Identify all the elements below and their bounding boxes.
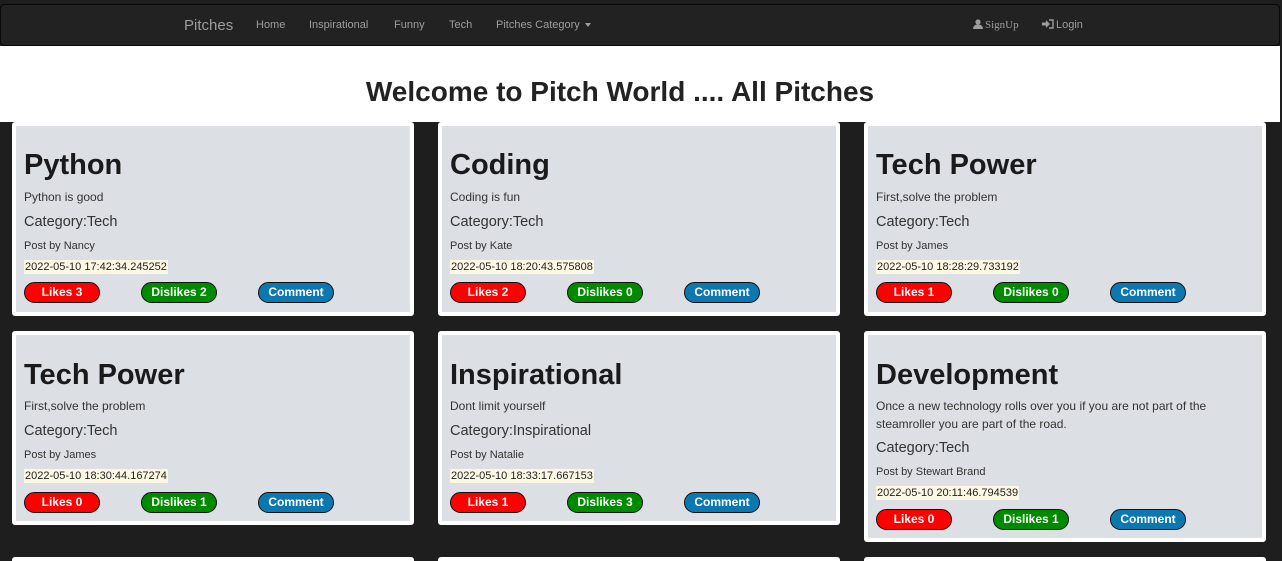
dislike-button[interactable]: Dislikes 1 xyxy=(141,492,217,513)
dislike-button[interactable]: Dislikes 0 xyxy=(567,282,643,303)
pitch-description: First,solve the problem xyxy=(24,399,146,413)
pitch-card: Python Python is good Category:Tech Post… xyxy=(12,122,414,316)
dislike-button[interactable]: Dislikes 1 xyxy=(993,509,1069,530)
login-icon xyxy=(1042,19,1054,29)
like-button[interactable]: Likes 1 xyxy=(876,282,952,303)
pitch-title: Development xyxy=(876,359,1059,391)
pitch-title: Coding xyxy=(450,149,550,181)
like-button[interactable]: Likes 2 xyxy=(450,282,526,303)
navbar: Pitches Home Inspirational Funny Tech Pi… xyxy=(0,4,1280,46)
pitch-date: 2022-05-10 18:20:43.575808 xyxy=(450,260,594,274)
chevron-down-icon xyxy=(584,23,591,28)
nav-pitches-category-dropdown[interactable]: Pitches Category xyxy=(496,19,591,31)
dislike-button[interactable]: Dislikes 3 xyxy=(567,492,643,513)
dislike-button[interactable]: Dislikes 0 xyxy=(993,282,1069,303)
pitch-card: Inspirational Dont limit yourself Catego… xyxy=(438,331,840,525)
login-link[interactable]: Login xyxy=(1042,19,1083,31)
pitch-card: Development Once a new technology rolls … xyxy=(864,331,1266,542)
comment-button[interactable]: Comment xyxy=(258,282,334,303)
pitch-author: Post by Nancy xyxy=(24,240,95,252)
user-icon xyxy=(973,19,983,29)
comment-button[interactable]: Comment xyxy=(684,282,760,303)
pitch-title: Tech Power xyxy=(24,359,185,391)
pitch-category: Category:Tech xyxy=(450,214,544,230)
brand-link[interactable]: Pitches xyxy=(184,17,233,34)
page-title: Welcome to Pitch World .... All Pitches xyxy=(365,76,875,107)
pitch-card: Coding Coding is fun Category:Tech Post … xyxy=(438,122,840,316)
pitch-date: 2022-05-10 20:11:46.794539 xyxy=(876,486,1020,500)
comment-button[interactable]: Comment xyxy=(258,492,334,513)
signup-label: SignUp xyxy=(985,19,1019,31)
pitch-title: Tech Power xyxy=(876,149,1037,181)
comment-button[interactable]: Comment xyxy=(1110,509,1186,530)
pitch-card-partial xyxy=(438,557,840,561)
pitch-card: Tech Power First,solve the problem Categ… xyxy=(864,122,1266,316)
comment-button[interactable]: Comment xyxy=(684,492,760,513)
pitch-card: Tech Power First,solve the problem Categ… xyxy=(12,331,414,525)
pitch-category: Category:Tech xyxy=(24,423,118,439)
pitch-author: Post by James xyxy=(876,240,949,252)
pitch-author: Post by Kate xyxy=(450,240,513,252)
comment-button[interactable]: Comment xyxy=(1110,282,1186,303)
dislike-button[interactable]: Dislikes 2 xyxy=(141,282,217,303)
pitch-description: Dont limit yourself xyxy=(450,399,546,413)
pitch-title: Inspirational xyxy=(450,359,623,391)
pitch-category: Category:Tech xyxy=(876,214,970,230)
pitch-title: Python xyxy=(24,149,123,181)
pitch-author: Post by Natalie xyxy=(450,449,524,461)
pitch-author: Post by Stewart Brand xyxy=(876,466,986,478)
pitch-date: 2022-05-10 18:28:29.733192 xyxy=(876,260,1020,274)
pitch-category: Category:Tech xyxy=(876,440,970,456)
dropdown-label: Pitches Category xyxy=(496,19,580,31)
nav-funny[interactable]: Funny xyxy=(394,19,425,31)
pitch-date: 2022-05-10 17:42:34.245252 xyxy=(24,260,168,274)
pitch-author: Post by James xyxy=(24,449,97,461)
pitch-card-partial xyxy=(12,557,414,561)
pitch-category: Category:Inspirational xyxy=(450,423,592,439)
pitch-description: First,solve the problem xyxy=(876,190,998,204)
pitch-description: Python is good xyxy=(24,190,104,204)
pitch-card-partial xyxy=(864,557,1266,561)
like-button[interactable]: Likes 3 xyxy=(24,282,100,303)
pitch-description: Coding is fun xyxy=(450,190,521,204)
like-button[interactable]: Likes 1 xyxy=(450,492,526,513)
signup-link[interactable]: SignUp xyxy=(973,19,1019,31)
nav-inspirational[interactable]: Inspirational xyxy=(309,19,368,31)
like-button[interactable]: Likes 0 xyxy=(24,492,100,513)
pitch-category: Category:Tech xyxy=(24,214,118,230)
nav-tech[interactable]: Tech xyxy=(449,19,472,31)
pitch-description: Once a new technology rolls over you if … xyxy=(876,399,1207,431)
nav-home[interactable]: Home xyxy=(256,19,285,31)
pitch-date: 2022-05-10 18:30:44.167274 xyxy=(24,469,168,483)
pitch-date: 2022-05-10 18:33:17.667153 xyxy=(450,469,594,483)
login-label: Login xyxy=(1056,19,1083,31)
like-button[interactable]: Likes 0 xyxy=(876,509,952,530)
